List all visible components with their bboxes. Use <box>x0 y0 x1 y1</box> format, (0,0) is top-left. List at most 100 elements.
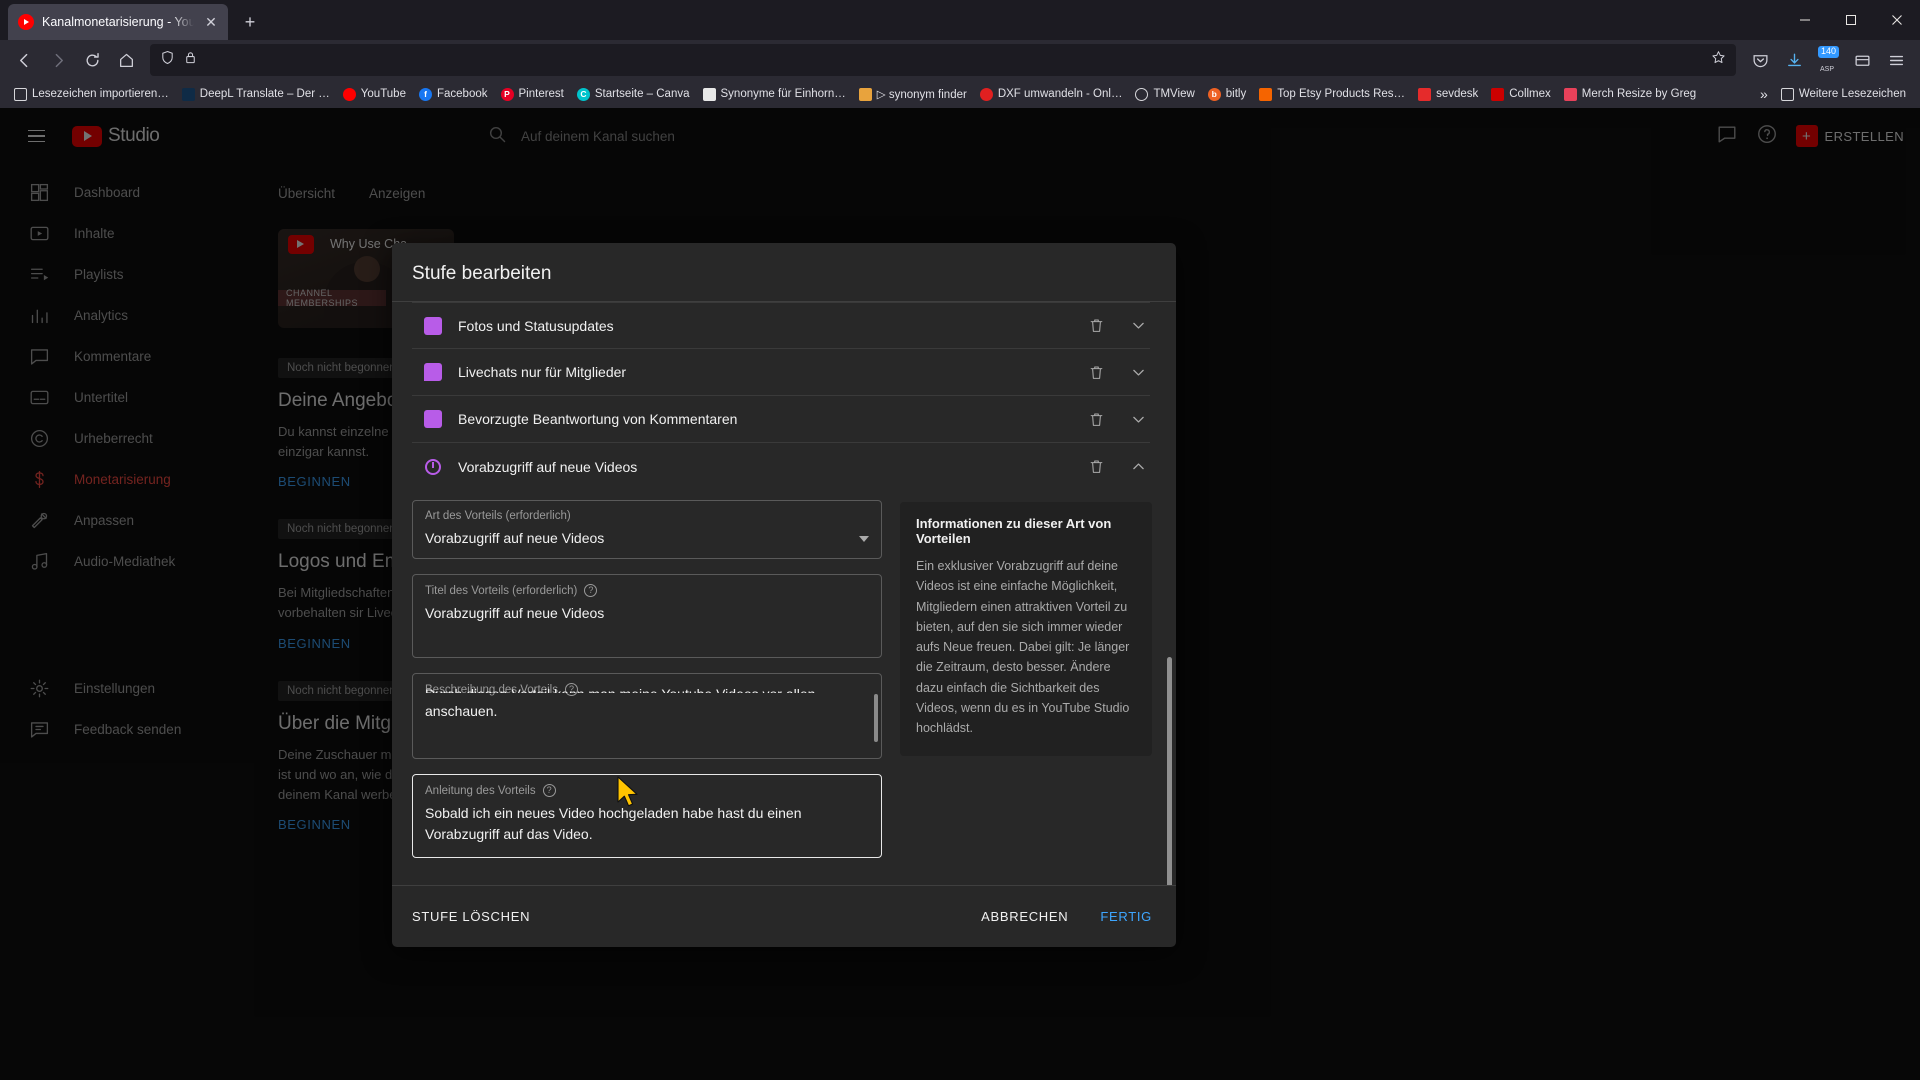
benefit-instruction-label: Anleitung des Vorteils ? <box>425 784 869 798</box>
bookmarks-bar: Lesezeichen importieren… DeepL Translate … <box>0 80 1920 108</box>
container-icon[interactable] <box>1846 44 1878 76</box>
benefit-title-field[interactable]: Titel des Vorteils (erforderlich) ? Vora… <box>412 574 882 659</box>
perk-row[interactable]: Fotos und Statusupdates <box>412 302 1150 349</box>
bookmark-item[interactable]: Lesezeichen importieren… <box>8 85 175 104</box>
new-tab-button[interactable]: + <box>234 6 266 38</box>
tmview-icon <box>1135 87 1149 101</box>
chevron-down-icon[interactable] <box>859 536 869 543</box>
perk-actions <box>1086 362 1148 382</box>
perk-list: Fotos und Statusupdates Livechats nur für… <box>412 302 1150 490</box>
perk-actions <box>1086 409 1148 429</box>
pocket-icon[interactable] <box>1744 44 1776 76</box>
cancel-button[interactable]: ABBRECHEN <box>981 909 1068 924</box>
dialog-body: Fotos und Statusupdates Livechats nur für… <box>392 302 1176 885</box>
chevron-down-icon[interactable] <box>1128 316 1148 336</box>
address-bar[interactable] <box>150 44 1736 76</box>
chevron-up-icon[interactable] <box>1128 457 1148 477</box>
perk-row[interactable]: Vorabzugriff auf neue Videos <box>412 443 1150 490</box>
bookmark-item[interactable]: P Pinterest <box>495 85 570 104</box>
benefit-instruction-field[interactable]: Anleitung des Vorteils ? Sobald ich ein … <box>412 774 882 859</box>
window-controls <box>1782 0 1920 40</box>
bookmark-item[interactable]: YouTube <box>337 85 412 104</box>
info-card-text: Ein exklusiver Vorabzugriff auf deine Vi… <box>916 559 1130 735</box>
etsy-icon <box>1259 87 1273 101</box>
extension-counter-badge[interactable]: 140 ASP <box>1812 44 1844 76</box>
browser-window: Kanalmonetarisierung - YouTub ✕ + <box>0 0 1920 1080</box>
folder-icon <box>1780 87 1794 101</box>
benefit-info-card: Informationen zu dieser Art von Vorteile… <box>900 502 1152 757</box>
benefit-type-field[interactable]: Art des Vorteils (erforderlich) Vorabzug… <box>412 500 882 560</box>
bookmark-label: bitly <box>1225 88 1247 100</box>
bookmarks-overflow-button[interactable]: » <box>1754 83 1774 105</box>
delete-tier-button[interactable]: STUFE LÖSCHEN <box>412 909 530 924</box>
bookmark-item[interactable]: f Facebook <box>413 85 494 104</box>
tab-strip: Kanalmonetarisierung - YouTub ✕ + <box>0 0 1920 40</box>
delete-icon[interactable] <box>1086 457 1106 477</box>
bookmark-item[interactable]: Synonyme für Einhorn… <box>697 85 852 104</box>
bookmark-item[interactable]: b bitly <box>1202 85 1252 104</box>
youtube-favicon-icon <box>18 14 34 30</box>
bookmark-item[interactable]: DeepL Translate – Der … <box>176 85 336 104</box>
done-button[interactable]: FERTIG <box>1100 909 1152 924</box>
close-icon[interactable]: ✕ <box>202 14 220 31</box>
edit-tier-dialog: Stufe bearbeiten Fotos und Statusupdates… <box>392 243 1176 947</box>
facebook-icon: f <box>418 87 432 101</box>
downloads-icon[interactable] <box>1778 44 1810 76</box>
help-icon[interactable]: ? <box>584 584 598 598</box>
delete-icon[interactable] <box>1086 362 1106 382</box>
reload-icon[interactable] <box>76 44 108 76</box>
perk-label: Vorabzugriff auf neue Videos <box>458 458 638 475</box>
forward-icon[interactable] <box>42 44 74 76</box>
comment-perk-icon <box>424 410 442 428</box>
dialog-scroll-area[interactable]: Fotos und Statusupdates Livechats nur für… <box>392 302 1176 885</box>
bookmark-star-icon[interactable] <box>1711 50 1726 70</box>
youtube-icon <box>342 87 356 101</box>
chevron-down-icon[interactable] <box>1128 362 1148 382</box>
home-icon[interactable] <box>110 44 142 76</box>
shield-icon[interactable] <box>160 50 175 70</box>
perk-row[interactable]: Bevorzugte Beantwortung von Kommentaren <box>412 396 1150 443</box>
benefit-type-value: Vorabzugriff auf neue Videos <box>425 530 605 546</box>
deepl-icon <box>181 87 195 101</box>
dxf-icon <box>979 87 993 101</box>
benefit-description-field[interactable]: Beschreibung des Vorteils ? Durch diesen… <box>412 673 882 760</box>
description-scrollbar[interactable] <box>874 694 878 743</box>
benefit-instruction-value: Sobald ich ein neues Video hochgeladen h… <box>425 805 802 842</box>
maximize-button[interactable] <box>1828 0 1874 40</box>
app-menu-icon[interactable] <box>1880 44 1912 76</box>
help-icon[interactable]: ? <box>542 784 556 798</box>
collmex-icon <box>1491 87 1505 101</box>
bookmark-item[interactable]: DXF umwandeln - Onl… <box>974 85 1129 104</box>
perk-row[interactable]: Livechats nur für Mitglieder <box>412 349 1150 396</box>
bookmark-item[interactable]: TMView <box>1129 85 1200 104</box>
chevron-down-icon[interactable] <box>1128 409 1148 429</box>
back-icon[interactable] <box>8 44 40 76</box>
bookmark-label: Pinterest <box>518 88 564 100</box>
merch-resize-icon <box>1563 87 1577 101</box>
delete-icon[interactable] <box>1086 409 1106 429</box>
bookmark-item[interactable]: C Startseite – Canva <box>571 85 696 104</box>
add-benefit-button[interactable]: VORTEIL HINZUFÜGEN <box>412 873 568 885</box>
window-close-button[interactable] <box>1874 0 1920 40</box>
bookmark-item[interactable]: Collmex <box>1485 85 1557 104</box>
perk-form: Art des Vorteils (erforderlich) Vorabzug… <box>412 490 1152 873</box>
bookmark-item[interactable]: ▷ synonym finder <box>853 84 973 104</box>
benefit-description-value: Durch diesen Vorteil kann man meine Yout… <box>425 686 869 721</box>
lock-icon[interactable] <box>183 50 198 70</box>
bookmark-label: Startseite – Canva <box>594 88 690 100</box>
perk-label: Livechats nur für Mitglieder <box>458 364 627 380</box>
bookmark-item[interactable]: sevdesk <box>1412 85 1484 104</box>
benefit-instruction-label-text: Anleitung des Vorteils <box>425 784 536 797</box>
dialog-scrollbar[interactable] <box>1167 657 1172 885</box>
navigation-toolbar: 140 ASP <box>0 40 1920 80</box>
bookmark-label: TMView <box>1153 88 1195 100</box>
benefit-title-value: Vorabzugriff auf neue Videos <box>425 605 605 622</box>
other-bookmarks-button[interactable]: Weitere Lesezeichen <box>1775 85 1912 104</box>
bookmark-item[interactable]: Merch Resize by Greg <box>1558 85 1702 104</box>
delete-icon[interactable] <box>1086 316 1106 336</box>
bookmark-item[interactable]: Top Etsy Products Res… <box>1253 85 1411 104</box>
canva-icon: C <box>576 87 590 101</box>
browser-tab[interactable]: Kanalmonetarisierung - YouTub ✕ <box>8 4 228 40</box>
minimize-button[interactable] <box>1782 0 1828 40</box>
chevron-double-right-icon: » <box>1760 86 1768 102</box>
